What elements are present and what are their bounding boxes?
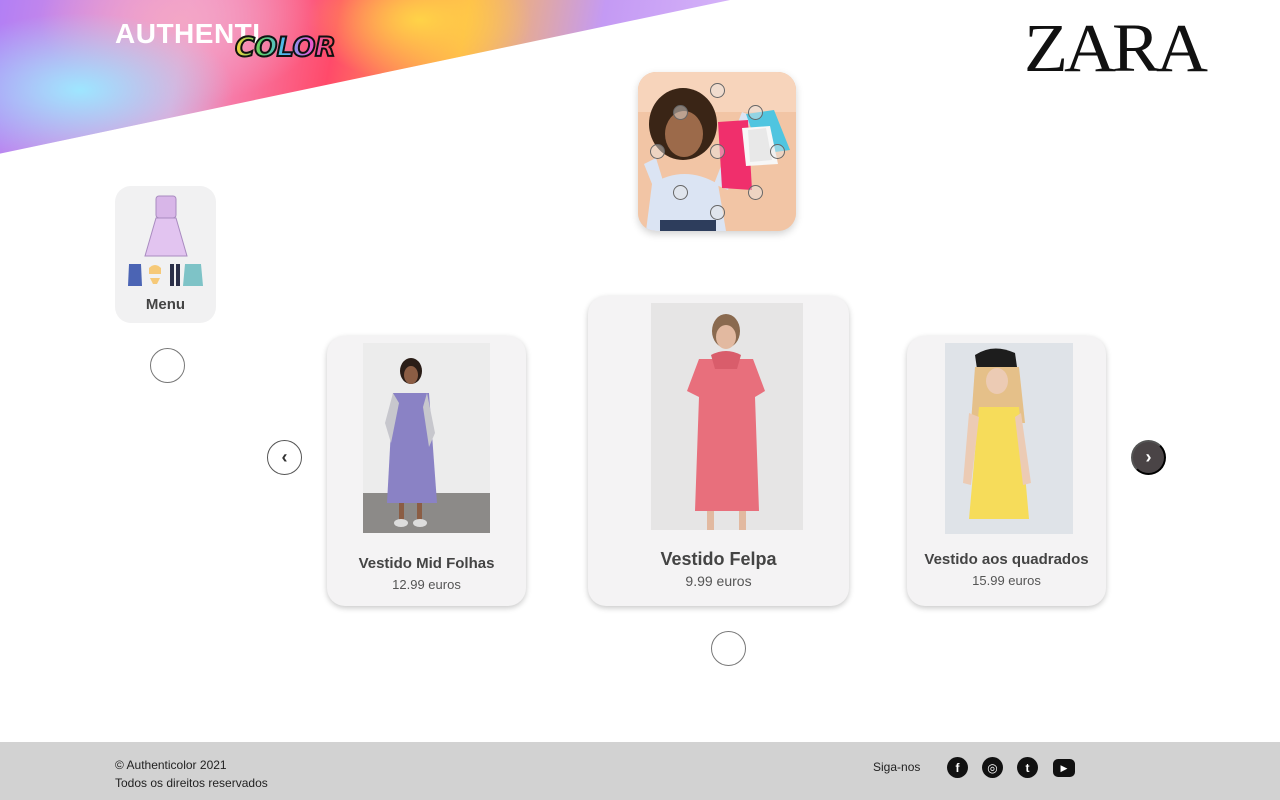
copyright-block: © Authenticolor 2021 Todos os direitos r… (115, 756, 268, 792)
model-photo-hoodie-dress (651, 303, 803, 530)
carousel-indicator-dot[interactable] (711, 631, 746, 666)
menu-label: Menu (145, 296, 186, 313)
product-photo (651, 303, 803, 530)
product-price: 12.99 euros (392, 577, 461, 592)
chevron-right-icon: › (1145, 447, 1152, 467)
brand-logo[interactable]: ZARA (1024, 14, 1208, 82)
hotspot-marker[interactable] (748, 105, 763, 120)
follow-label: Siga-nos (873, 760, 921, 774)
hotspot-marker[interactable] (710, 205, 725, 220)
hotspot-marker[interactable] (673, 185, 688, 200)
model-photo-leaf-dress (363, 343, 490, 533)
product-card-featured[interactable]: Vestido Felpa 9.99 euros (588, 296, 849, 606)
menu-indicator-dot[interactable] (150, 348, 185, 383)
product-card[interactable]: Vestido aos quadrados 15.99 euros (907, 336, 1106, 606)
instagram-icon[interactable]: ◎ (982, 757, 1003, 778)
hotspot-marker[interactable] (770, 144, 785, 159)
page: AUTHENTI COLOR ZARA Menu ‹ Vestido Mid F… (0, 0, 1280, 800)
rights-text: Todos os direitos reservados (115, 776, 268, 790)
rainbow-banner (0, 0, 730, 154)
product-name: Vestido Felpa (660, 549, 777, 569)
product-name: Vestido aos quadrados (924, 551, 1089, 568)
logo-color-text: COLOR (234, 31, 337, 64)
hotspot-marker[interactable] (748, 185, 763, 200)
youtube-icon[interactable]: ▶ (1053, 759, 1075, 777)
twitter-icon[interactable]: t (1017, 757, 1038, 778)
hotspot-marker[interactable] (710, 144, 725, 159)
hero-image (638, 72, 796, 231)
hotspot-marker[interactable] (710, 83, 725, 98)
clothes-icon (128, 195, 203, 286)
menu-button[interactable]: Menu (115, 186, 216, 323)
model-photo-checked-dress (945, 343, 1073, 534)
chevron-left-icon: ‹ (281, 447, 288, 467)
facebook-icon[interactable]: f (947, 757, 968, 778)
hotspot-marker[interactable] (673, 105, 688, 120)
hotspot-marker[interactable] (650, 144, 665, 159)
product-photo (945, 343, 1073, 534)
carousel-next-button[interactable]: › (1131, 440, 1166, 475)
product-photo (363, 343, 490, 533)
product-price: 15.99 euros (972, 573, 1041, 588)
product-name: Vestido Mid Folhas (358, 555, 495, 572)
footer: © Authenticolor 2021 Todos os direitos r… (0, 742, 1280, 800)
product-card[interactable]: Vestido Mid Folhas 12.99 euros (327, 336, 526, 606)
product-price: 9.99 euros (685, 573, 752, 589)
carousel-prev-button[interactable]: ‹ (267, 440, 302, 475)
copyright-text: © Authenticolor 2021 (115, 758, 227, 772)
